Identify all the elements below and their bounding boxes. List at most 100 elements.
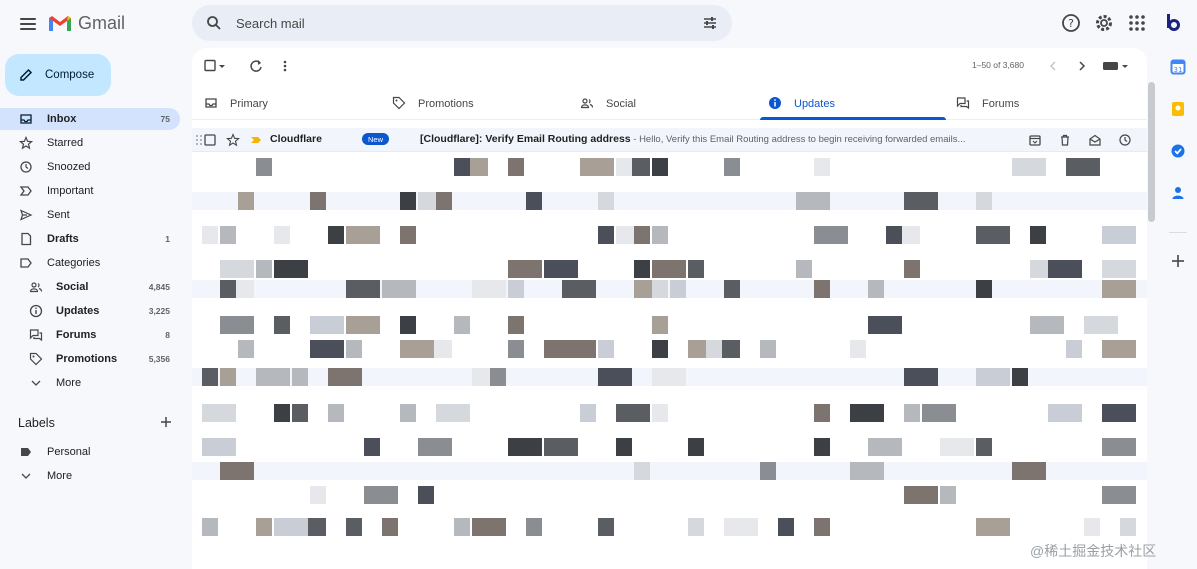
sidebar-item-label: Social [56,281,89,293]
top-bar: Gmail Search mail ? [0,0,1197,48]
gmail-logo[interactable]: Gmail [48,11,125,35]
sidebar-item-important[interactable]: Important [0,180,180,202]
sidebar-item-count: 1 [165,234,170,244]
redacted-email-row[interactable] [192,226,1147,244]
redacted-email-row[interactable] [192,462,1147,480]
redacted-email-row[interactable] [192,192,1147,210]
main-menu-icon[interactable] [16,12,40,36]
redacted-email-row[interactable] [192,340,1147,358]
redacted-email-row[interactable] [192,260,1147,278]
sidebar-item-promotions[interactable]: Promotions 5,356 [0,348,180,370]
sidebar-item-social[interactable]: Social 4,845 [0,276,180,298]
redacted-pixel-block [616,158,632,176]
help-icon[interactable]: ? [1060,12,1082,34]
search-bar[interactable]: Search mail [192,5,732,41]
calendar-icon[interactable]: 31 [1170,59,1186,75]
label-item-label: More [47,470,73,482]
compose-button[interactable]: Compose [5,54,111,96]
label-item-personal[interactable]: Personal [0,441,180,463]
get-addons-plus-icon[interactable] [1170,253,1186,269]
tab-primary[interactable]: Primary [204,88,268,120]
sidebar-item-label: Updates [56,305,100,317]
tab-forums[interactable]: Forums [956,88,1019,120]
redacted-pixel-block [598,518,614,536]
redacted-pixel-block [202,368,218,386]
importance-marker-icon[interactable] [250,134,262,146]
mark-as-read-icon[interactable] [1088,133,1102,147]
star-icon[interactable] [226,133,240,147]
row-checkbox[interactable] [204,134,216,146]
sidebar-item-forums[interactable]: Forums 8 [0,324,180,346]
inbox-icon [19,112,33,126]
people-icon [29,280,43,294]
redacted-email-row[interactable] [192,316,1147,334]
redacted-email-row[interactable] [192,158,1147,176]
input-tools-keyboard-icon[interactable] [1102,59,1130,73]
redacted-email-row[interactable] [192,280,1147,298]
redacted-pixel-block [1102,486,1136,504]
redacted-pixel-block [490,368,506,386]
redacted-pixel-block [1012,158,1046,176]
sidebar-item-inbox[interactable]: Inbox 75 [0,108,180,130]
email-row[interactable]: Cloudflare New [Cloudflare]: Verify Emai… [192,128,1147,152]
redacted-pixel-block [634,462,650,480]
redacted-email-row[interactable] [192,368,1147,386]
add-label-plus-icon[interactable] [158,414,174,430]
older-chevron-icon[interactable] [1076,59,1088,73]
redacted-pixel-block [706,340,722,358]
redacted-email-row[interactable] [192,486,1147,504]
redacted-email-row[interactable] [192,438,1147,456]
tasks-icon[interactable] [1170,143,1186,159]
draft-icon [19,232,33,246]
sidebar-item-drafts[interactable]: Drafts 1 [0,228,180,250]
redacted-pixel-block [598,226,614,244]
more-vert-icon[interactable] [280,59,290,73]
sidebar-item-categories[interactable]: Categories [0,252,180,274]
redacted-pixel-block [976,280,992,298]
sidebar-item-label: Forums [56,329,97,341]
drag-handle-icon[interactable] [195,134,203,146]
redacted-pixel-block [526,518,542,536]
star-icon [19,136,33,150]
newer-chevron-icon[interactable] [1047,59,1059,73]
scrollbar-thumb[interactable] [1148,82,1155,222]
search-input[interactable]: Search mail [236,16,702,31]
redacted-pixel-block [868,438,902,456]
account-avatar-icon[interactable] [1163,12,1185,34]
redacted-pixel-block [346,226,380,244]
snooze-clock-icon[interactable] [1118,133,1132,147]
sidebar-item-count: 75 [160,114,170,124]
sidebar-item-more[interactable]: More [0,372,180,394]
tab-label: Updates [794,98,835,110]
redacted-pixel-block [598,368,632,386]
filter-options-icon[interactable] [702,15,718,31]
refresh-icon[interactable] [249,59,263,73]
redacted-pixel-block [418,438,452,456]
sidebar-item-label: Drafts [47,233,79,245]
sidebar-item-sent[interactable]: Sent [0,204,180,226]
contacts-icon[interactable] [1170,185,1186,201]
redacted-pixel-block [454,404,470,422]
sidebar-item-starred[interactable]: Starred [0,132,180,154]
tab-social[interactable]: Social [580,88,636,120]
select-all-checkbox[interactable] [204,59,226,73]
redacted-pixel-block [508,316,524,334]
sidebar-item-snoozed[interactable]: Snoozed [0,156,180,178]
pagination-text: 1–50 of 3,680 [972,60,1024,70]
settings-gear-icon[interactable] [1093,12,1115,34]
tab-updates[interactable]: Updates [768,88,835,120]
redacted-email-row[interactable] [192,518,1147,536]
keep-icon[interactable] [1170,101,1186,117]
tab-promotions[interactable]: Promotions [392,88,474,120]
redacted-pixel-block [346,340,362,358]
label-item-more[interactable]: More [0,465,180,487]
redacted-pixel-block [652,280,668,298]
delete-trash-icon[interactable] [1058,133,1072,147]
redacted-pixel-block [886,226,902,244]
sidebar-item-updates[interactable]: Updates 3,225 [0,300,180,322]
archive-icon[interactable] [1028,133,1042,147]
redacted-email-row[interactable] [192,404,1147,422]
redacted-pixel-block [922,404,956,422]
search-icon[interactable] [206,15,222,31]
apps-grid-icon[interactable] [1126,12,1148,34]
